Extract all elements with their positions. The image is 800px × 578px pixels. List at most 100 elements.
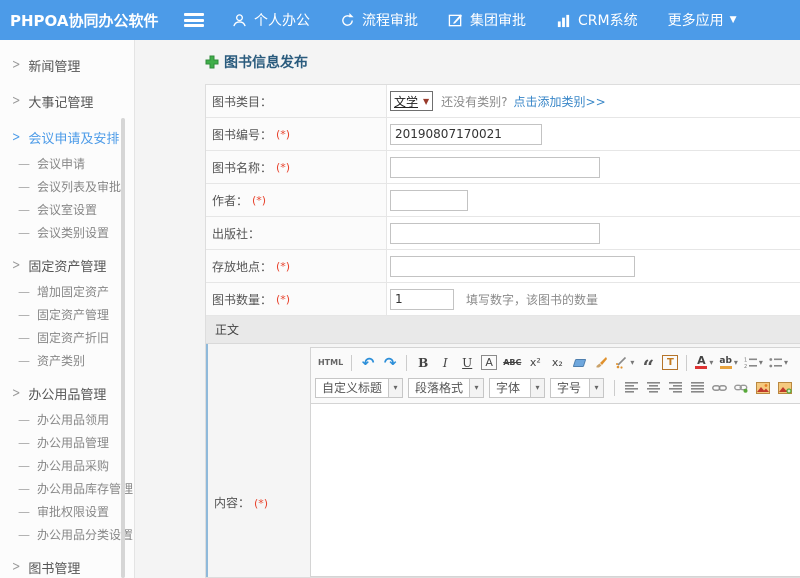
custom-title-dropdown[interactable]: 自定义标题▾ <box>315 378 403 398</box>
sidebar-item-asset-category[interactable]: —资产类别 <box>0 349 134 372</box>
sidebar-item-meeting-room[interactable]: —会议室设置 <box>0 198 134 221</box>
strikethrough-button[interactable]: ABC <box>503 354 521 372</box>
chevron-right-icon: > <box>12 258 20 272</box>
dash-icon: — <box>18 203 30 217</box>
toolbar-separator <box>614 380 615 396</box>
editor-toolbar: HTML ↶ ↷ B I U A ABC x² x₂ <box>311 348 800 404</box>
font-size-dropdown[interactable]: 字号▾ <box>550 378 604 398</box>
nav-crm-system[interactable]: CRM系统 <box>556 10 638 30</box>
dash-icon: — <box>18 459 30 473</box>
nav-workflow-approval[interactable]: 流程审批 <box>340 10 418 30</box>
menu-toggle-icon[interactable] <box>184 13 204 27</box>
autotypeset-button[interactable]: A <box>481 355 497 370</box>
dash-icon: — <box>18 226 30 240</box>
caret-down-icon: ▾ <box>734 358 738 367</box>
form-row-category: 图书类目： 文学 ▼ 还没有类别? 点击添加类别>> <box>206 85 800 118</box>
publisher-input[interactable] <box>390 223 600 244</box>
nav-personal-office[interactable]: 个人办公 <box>232 10 310 30</box>
align-left-icon[interactable] <box>623 379 639 397</box>
link-icon[interactable] <box>711 379 727 397</box>
book-no-input[interactable] <box>390 124 542 145</box>
required-mark: (*) <box>276 128 290 141</box>
blockquote-button[interactable]: “ <box>640 354 656 372</box>
align-right-icon[interactable] <box>667 379 683 397</box>
format-brush-icon[interactable] <box>593 354 609 372</box>
sidebar-group-news[interactable]: >新闻管理 <box>0 50 134 80</box>
align-justify-icon[interactable] <box>689 379 705 397</box>
sidebar-item-approval-permission[interactable]: —审批权限设置 <box>0 500 134 523</box>
sidebar-item-asset-depreciation[interactable]: —固定资产折旧 <box>0 326 134 349</box>
underline-button[interactable]: U <box>459 354 475 372</box>
field-label: 作者：(*) <box>206 184 386 216</box>
paste-text-button[interactable]: T <box>662 355 678 370</box>
insert-image-icon[interactable] <box>777 379 793 397</box>
location-input[interactable] <box>390 256 635 277</box>
align-center-icon[interactable] <box>645 379 661 397</box>
toolbar-row-2: 自定义标题▾ 段落格式▾ 字体▾ 字号▾ <box>315 375 796 400</box>
caret-down-icon: ▾ <box>388 379 402 397</box>
field-label: 图书类目： <box>206 85 386 117</box>
field-label: 图书数量：(*) <box>206 283 386 315</box>
paragraph-format-dropdown[interactable]: 段落格式▾ <box>408 378 484 398</box>
sidebar-item-supplies-inventory[interactable]: —办公用品库存管理 <box>0 477 134 500</box>
sidebar-group-events[interactable]: >大事记管理 <box>0 86 134 116</box>
person-icon <box>232 13 247 28</box>
category-select[interactable]: 文学 ▼ <box>390 91 433 111</box>
quantity-hint: 填写数字，该图书的数量 <box>466 291 598 308</box>
rich-text-editor: HTML ↶ ↷ B I U A ABC x² x₂ <box>310 347 800 577</box>
sidebar-item-meeting-list[interactable]: —会议列表及审批 <box>0 175 134 198</box>
nav-label: 流程审批 <box>362 10 418 30</box>
app-logo: PHPOA协同办公软件 <box>0 10 168 31</box>
highlight-color-button[interactable]: ab ▾ <box>719 354 738 372</box>
ordered-list-button[interactable]: 12 ▾ <box>744 354 763 372</box>
nav-group-approval[interactable]: 集团审批 <box>448 10 526 30</box>
nav-label: 集团审批 <box>470 10 526 30</box>
font-color-button[interactable]: A ▾ <box>695 354 713 372</box>
add-plus-icon <box>205 55 219 69</box>
sidebar-group-books[interactable]: >图书管理 <box>0 552 134 578</box>
sidebar-group-fixed-assets[interactable]: >固定资产管理 <box>0 250 134 280</box>
editor-content-area[interactable] <box>311 404 800 576</box>
redo-icon[interactable]: ↷ <box>382 354 398 372</box>
bold-button[interactable]: B <box>415 354 431 372</box>
add-category-link[interactable]: 点击添加类别>> <box>514 93 606 110</box>
quantity-input[interactable] <box>390 289 454 310</box>
sidebar-item-supplies-claim[interactable]: —办公用品领用 <box>0 408 134 431</box>
chevron-right-icon: > <box>12 94 20 108</box>
undo-icon[interactable]: ↶ <box>360 354 376 372</box>
caret-down-icon: ▼ <box>730 15 737 25</box>
image-icon[interactable] <box>755 379 771 397</box>
toolbar-row-1: HTML ↶ ↷ B I U A ABC x² x₂ <box>315 350 796 375</box>
sidebar-scrollbar[interactable] <box>121 118 125 578</box>
nav-more-apps[interactable]: 更多应用 ▼ <box>668 10 737 30</box>
italic-button[interactable]: I <box>437 354 453 372</box>
sidebar-item-supplies-classification[interactable]: —办公用品分类设置 <box>0 523 134 546</box>
toolbar-separator <box>406 355 407 371</box>
book-name-input[interactable] <box>390 157 600 178</box>
eraser-icon[interactable] <box>571 354 587 372</box>
spray-format-icon[interactable]: ▾ <box>615 354 634 372</box>
chevron-right-icon: > <box>12 560 20 574</box>
superscript-button[interactable]: x² <box>527 354 543 372</box>
subscript-button[interactable]: x₂ <box>549 354 565 372</box>
caret-down-icon: ▾ <box>759 358 763 367</box>
sidebar-group-meetings[interactable]: >会议申请及安排 <box>0 122 134 152</box>
font-family-dropdown[interactable]: 字体▾ <box>489 378 545 398</box>
sidebar-item-supplies-purchase[interactable]: —办公用品采购 <box>0 454 134 477</box>
bar-chart-icon <box>556 13 571 28</box>
sidebar-item-meeting-category[interactable]: —会议类别设置 <box>0 221 134 244</box>
sidebar-item-asset-manage[interactable]: —固定资产管理 <box>0 303 134 326</box>
source-code-button[interactable]: HTML <box>318 354 343 372</box>
required-mark: (*) <box>276 260 290 273</box>
sidebar-item-add-asset[interactable]: —增加固定资产 <box>0 280 134 303</box>
edit-note-icon <box>448 13 463 28</box>
required-mark: (*) <box>276 293 290 306</box>
sidebar-item-supplies-manage[interactable]: —办公用品管理 <box>0 431 134 454</box>
required-mark: (*) <box>254 497 268 510</box>
author-input[interactable] <box>390 190 468 211</box>
chevron-right-icon: > <box>12 58 20 72</box>
sidebar-item-meeting-apply[interactable]: —会议申请 <box>0 152 134 175</box>
sidebar-group-office-supplies[interactable]: >办公用品管理 <box>0 378 134 408</box>
anchor-icon[interactable] <box>733 379 749 397</box>
unordered-list-button[interactable]: ▾ <box>769 354 788 372</box>
